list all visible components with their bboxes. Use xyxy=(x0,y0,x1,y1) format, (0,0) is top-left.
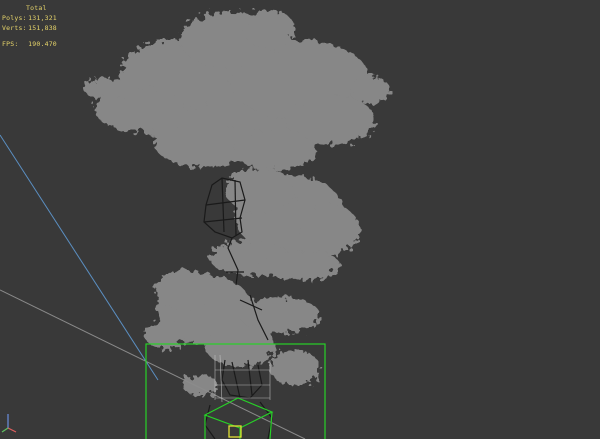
stats-verts-row: Verts: 151,838 xyxy=(2,23,57,33)
verts-value: 151,838 xyxy=(28,24,57,32)
tree-foliage[interactable] xyxy=(83,10,390,395)
polys-label: Polys: xyxy=(2,14,27,22)
3d-viewport[interactable]: Total Polys: 131,321 Verts: 151,838 FPS:… xyxy=(0,0,600,439)
stats-fps-row: FPS: 190.470 xyxy=(2,39,57,49)
viewport-statistics: Total Polys: 131,321 Verts: 151,838 FPS:… xyxy=(2,3,57,49)
stats-polys-row: Polys: 131,321 xyxy=(2,13,57,23)
axis-tripod-icon xyxy=(1,414,17,433)
polys-value: 131,321 xyxy=(28,14,57,22)
verts-label: Verts: xyxy=(2,24,27,32)
stats-title: Total xyxy=(26,4,47,12)
scene-canvas[interactable] xyxy=(0,0,600,439)
fps-value: 190.470 xyxy=(28,40,57,48)
fps-label: FPS: xyxy=(2,40,19,48)
axis-line-blue xyxy=(0,134,159,381)
